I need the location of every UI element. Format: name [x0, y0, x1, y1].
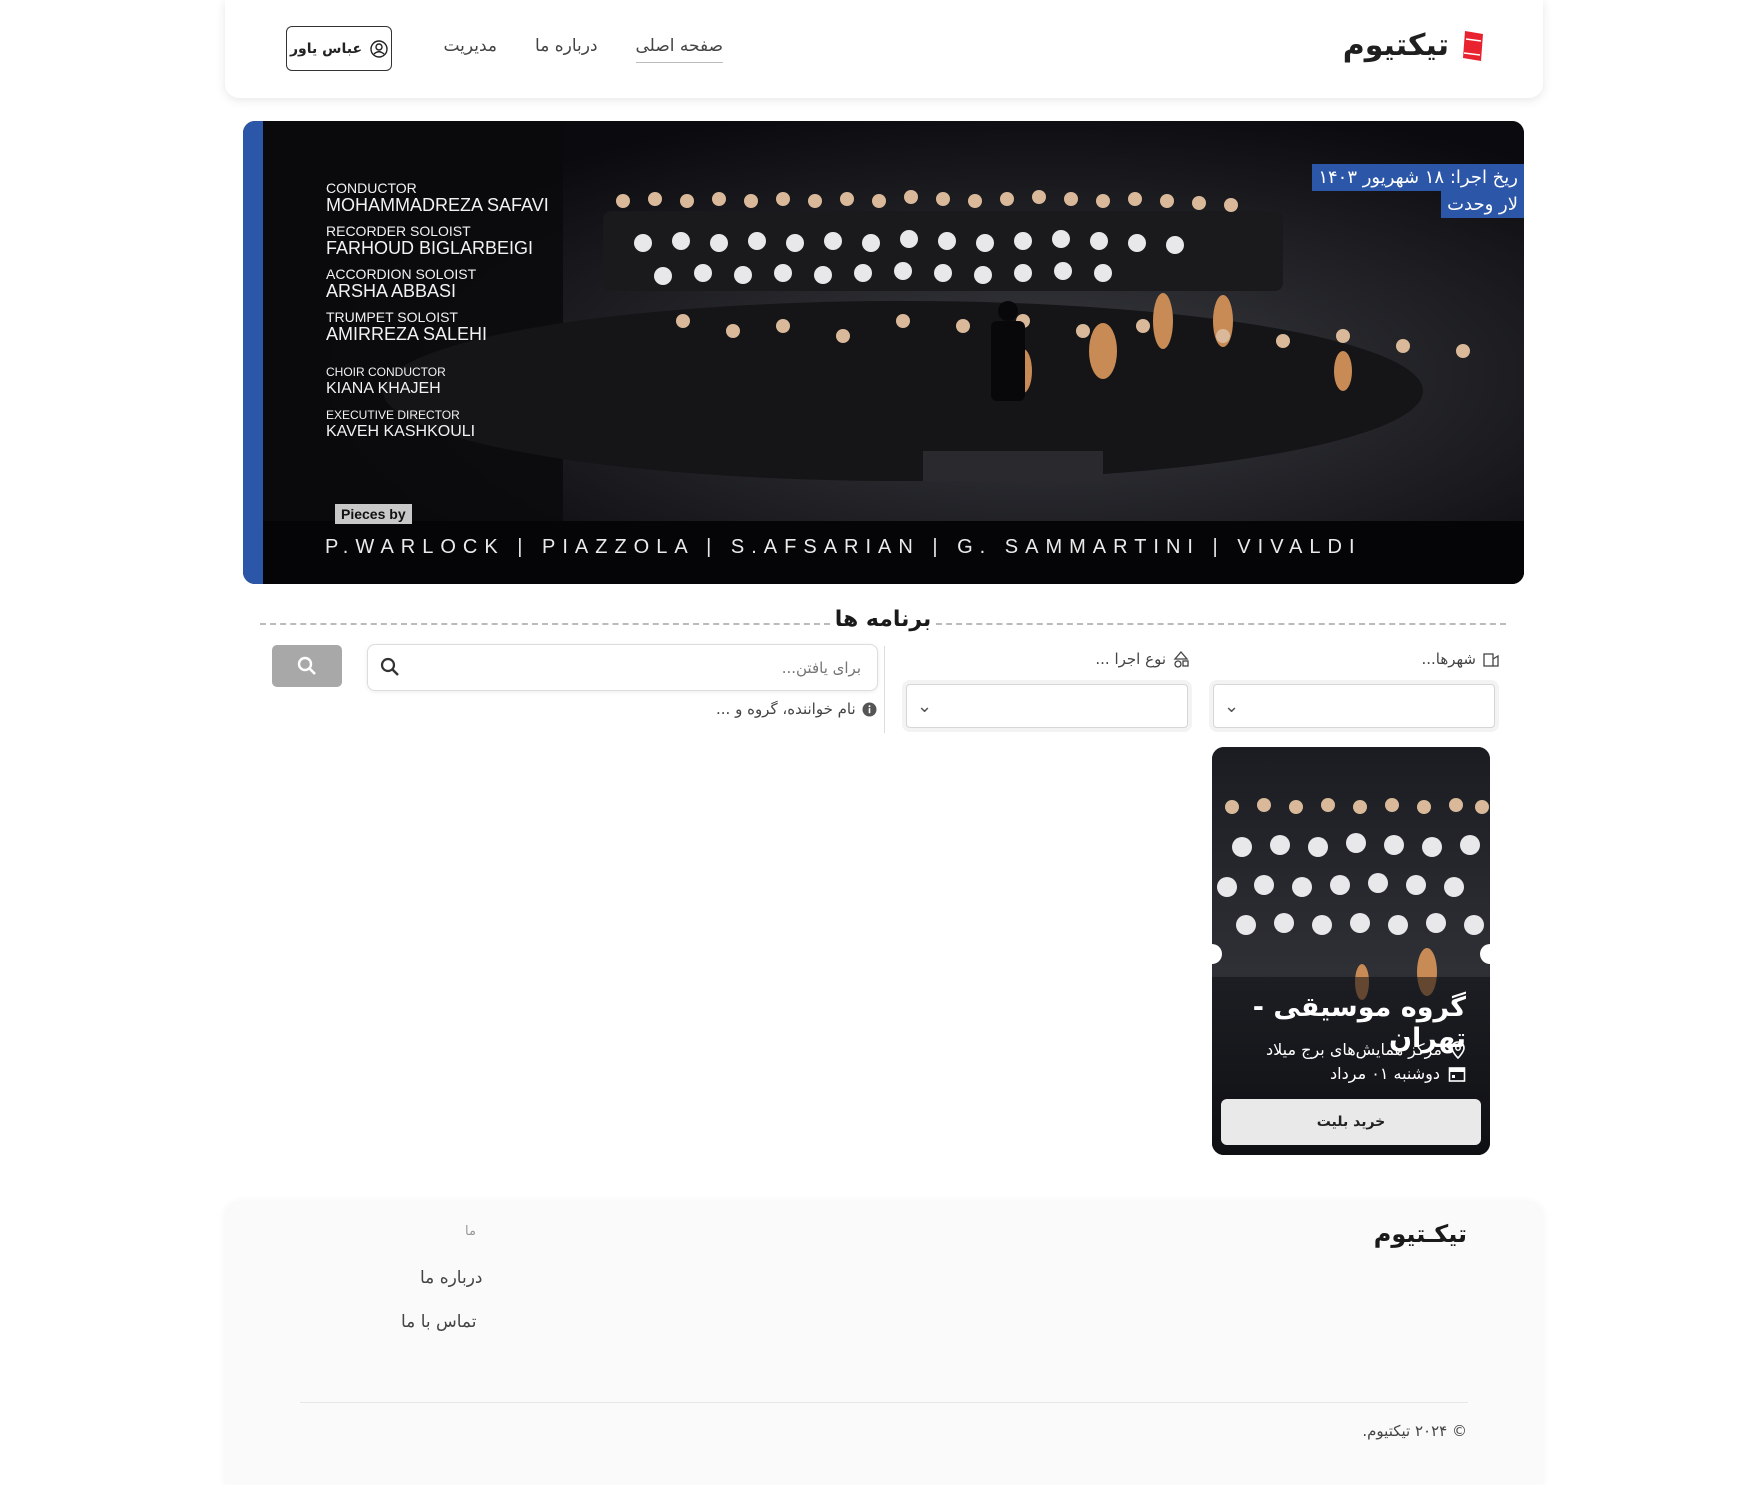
- performance-date: ریخ اجرا: ۱۸ شهریور ۱۴۰۳: [1312, 164, 1524, 191]
- event-venue-text: مرکز همایش‌های برج میلاد: [1265, 1040, 1442, 1059]
- chevron-down-icon: ⌄: [1224, 696, 1240, 717]
- ticket-logo-icon: [1463, 30, 1483, 61]
- type-label-text: نوع اجرا ...: [1095, 650, 1166, 668]
- event-date: دوشنبه ۰۱ مرداد: [1330, 1064, 1466, 1083]
- chevron-down-icon: ⌄: [917, 696, 933, 717]
- event-venue: مرکز همایش‌های برج میلاد: [1266, 1040, 1466, 1059]
- credit-role: CHOIR CONDUCTOR: [326, 365, 446, 379]
- nav-home[interactable]: صفحه اصلی: [635, 36, 723, 63]
- cities-filter-label: شهرها...: [1421, 650, 1500, 668]
- buy-ticket-button[interactable]: خرید بلیت: [1221, 1099, 1481, 1145]
- footer-link-about[interactable]: درباره ما: [420, 1268, 483, 1288]
- credit-name: AMIRREZA SALEHI: [326, 324, 488, 344]
- banner-side-stripe: [243, 121, 263, 584]
- shapes-icon: [1173, 651, 1189, 668]
- nav-admin[interactable]: مدیریت: [443, 36, 497, 63]
- calendar-icon: [1448, 1066, 1466, 1082]
- performance-type-select[interactable]: ⌄: [906, 684, 1188, 728]
- nav-about[interactable]: درباره ما: [535, 36, 598, 63]
- credit-role: TRUMPET SOLOIST: [326, 309, 458, 325]
- filters-divider: [884, 646, 885, 733]
- cities-select[interactable]: ⌄: [1213, 684, 1495, 728]
- type-filter-label: نوع اجرا ...: [1095, 650, 1190, 668]
- footer-links-heading: ما: [465, 1224, 476, 1239]
- user-circle-icon: [370, 39, 388, 58]
- credit-name: MOHAMMADREZA SAFAVI: [326, 195, 549, 215]
- credit-role: CONDUCTOR: [326, 180, 417, 196]
- event-card[interactable]: گروه موسیقی - تهران مرکز همایش‌های برج م…: [1212, 747, 1490, 1155]
- footer-brand[interactable]: تیکـتیوم: [1374, 1220, 1467, 1248]
- info-icon: [862, 702, 877, 716]
- performance-venue: لار وحدت: [1441, 191, 1524, 218]
- credit-name: ARSHA ABBASI: [326, 281, 457, 301]
- credit-role: EXECUTIVE DIRECTOR: [326, 408, 460, 422]
- user-account-button[interactable]: عباس یاور: [286, 26, 392, 71]
- footer-copyright: © ۲۰۲۴ تیکتیوم.: [1362, 1422, 1467, 1440]
- section-title: برنامه ها: [834, 607, 932, 632]
- search-input[interactable]: [423, 645, 863, 690]
- brand-logo[interactable]: تیکتیوم: [1343, 28, 1487, 63]
- search-icon: [380, 657, 399, 676]
- credit-name: KIANA KHAJEH: [326, 380, 441, 397]
- hero-banner[interactable]: CONDUCTOR MOHAMMADREZA SAFAVI RECORDER SO…: [243, 121, 1524, 584]
- main-nav: صفحه اصلی درباره ما مدیریت: [443, 36, 723, 63]
- location-pin-icon: [1451, 1040, 1465, 1059]
- footer-divider: [300, 1402, 1468, 1403]
- pieces-by-label: Pieces by: [335, 504, 412, 524]
- brand-name: تیکتیوم: [1342, 28, 1449, 63]
- banner-credits: CONDUCTOR MOHAMMADREZA SAFAVI RECORDER SO…: [326, 181, 549, 451]
- city-icon: [1483, 653, 1499, 667]
- search-icon: [297, 656, 316, 675]
- credit-name: FARHOUD BIGLARBEIGI: [326, 238, 534, 258]
- search-field[interactable]: [367, 644, 878, 691]
- search-button[interactable]: [272, 645, 342, 687]
- search-hint-text: نام خواننده، گروه و ...: [716, 700, 856, 718]
- programs-section-heading: برنامه ها: [260, 605, 1506, 641]
- search-hint: نام خواننده، گروه و ...: [716, 700, 877, 718]
- event-date-text: دوشنبه ۰۱ مرداد: [1330, 1064, 1440, 1083]
- credit-role: RECORDER SOLOIST: [326, 223, 471, 239]
- site-footer: تیکـتیوم ما درباره ما تماس با ما © ۲۰۲۴ …: [225, 1202, 1543, 1485]
- credit-role: ACCORDION SOLOIST: [326, 266, 477, 282]
- composers-list: P.WARLOCK | PIAZZOLA | S.AFSARIAN | G. S…: [325, 536, 1362, 558]
- site-header: تیکتیوم صفحه اصلی درباره ما مدیریت عباس …: [225, 0, 1543, 98]
- event-card-photo: [1212, 747, 1490, 1155]
- cities-label-text: شهرها...: [1421, 650, 1476, 668]
- user-name: عباس یاور: [290, 40, 363, 57]
- performance-date-tag: ریخ اجرا: ۱۸ شهریور ۱۴۰۳ لار وحدت: [1312, 164, 1524, 218]
- footer-link-contact[interactable]: تماس با ما: [401, 1312, 477, 1332]
- credit-name: KAVEH KASHKOULI: [326, 423, 476, 440]
